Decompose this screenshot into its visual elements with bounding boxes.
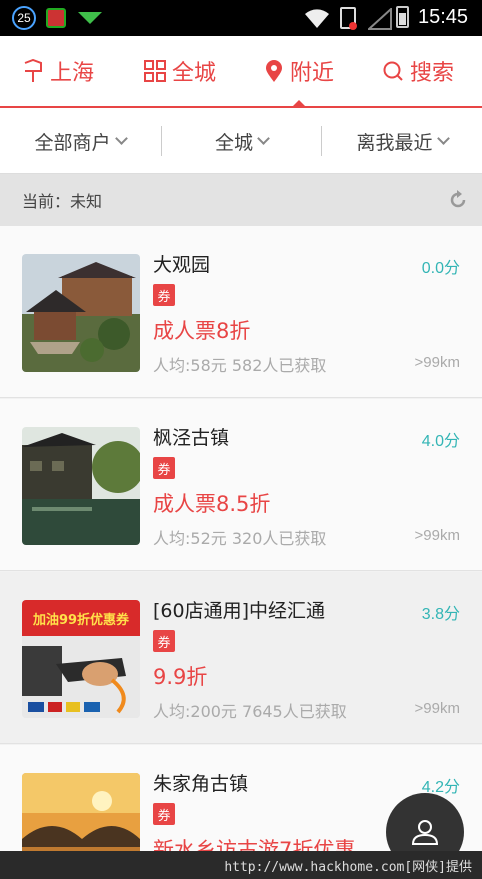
- merchant-score: 0.0分: [421, 260, 460, 277]
- coupon-badge: 券: [153, 457, 175, 479]
- nav-search-label: 搜索: [410, 61, 455, 86]
- chevron-down-icon: [257, 131, 270, 145]
- nav-all-city[interactable]: 全城: [144, 36, 216, 106]
- pavilion-photo: [22, 254, 140, 372]
- nav-city[interactable]: 上海: [22, 36, 94, 106]
- list-item[interactable]: 加油99折优惠券 [60店通用]中经汇通 3.8分 券 9.9折 人均:200元…: [0, 572, 482, 744]
- coupon-badge: 券: [153, 630, 175, 652]
- filter-merchants-label: 全部商户: [34, 131, 111, 154]
- location-pin-icon: [264, 59, 284, 83]
- watermark-bar: http://www.hackhome.com[网侠]提供: [0, 851, 482, 879]
- location-bar: 当前：未知: [0, 174, 482, 226]
- nav-search[interactable]: 搜索: [382, 36, 454, 106]
- nav-all-city-label: 全城: [172, 61, 217, 86]
- merchant-name: 枫泾古镇: [153, 427, 230, 449]
- filter-sort-label: 离我最近: [356, 131, 433, 154]
- coupon-badge: 券: [153, 803, 175, 825]
- merchant-name: 朱家角古镇: [153, 773, 249, 795]
- current-location-label: 当前：未知: [22, 192, 103, 211]
- app-notification-icon: [46, 8, 66, 28]
- watermark-text: http://www.hackhome.com[网侠]提供: [224, 859, 472, 875]
- deal-text: 成人票8.5折: [153, 492, 271, 516]
- merchant-distance: >99km: [414, 354, 460, 371]
- water-town-photo: [22, 427, 140, 545]
- refresh-icon[interactable]: [448, 190, 468, 210]
- merchant-name: 大观园: [153, 254, 211, 276]
- nav-nearby-label: 附近: [290, 61, 335, 86]
- city-pin-icon: [22, 59, 44, 83]
- fuel-coupon-photo: 加油99折优惠券: [22, 600, 140, 718]
- filter-sort[interactable]: 离我最近: [322, 108, 482, 174]
- download-notification-icon: [78, 12, 102, 24]
- list-item[interactable]: 大观园 0.0分 券 成人票8折 人均:58元 582人已获取 >99km: [0, 226, 482, 398]
- status-bar: 25 15:45: [0, 0, 482, 36]
- battery-icon: [396, 6, 409, 28]
- grid-icon: [144, 60, 166, 82]
- merchant-score: 4.0分: [421, 433, 460, 450]
- notification-count-icon: 25: [12, 6, 36, 30]
- chevron-down-icon: [436, 131, 450, 145]
- filter-area-label: 全城: [214, 131, 253, 154]
- nav-nearby[interactable]: 附近: [264, 36, 335, 108]
- top-nav: 上海 全城 附近 搜索: [0, 36, 482, 108]
- deal-text: 成人票8折: [153, 319, 251, 343]
- filter-merchants[interactable]: 全部商户: [0, 108, 160, 174]
- deal-text: 9.9折: [153, 665, 208, 689]
- filter-bar: 全部商户 全城 离我最近: [0, 108, 482, 174]
- clock: 15:45: [418, 6, 469, 28]
- merchant-distance: >99km: [414, 700, 460, 717]
- wifi-icon: [305, 9, 329, 28]
- coupon-badge: 券: [153, 284, 175, 306]
- notification-count: 25: [17, 11, 31, 25]
- merchant-meta: 人均:200元 7645人已获取: [153, 702, 347, 721]
- merchant-name: [60店通用]中经汇通: [153, 600, 326, 622]
- sim-icon: [340, 7, 357, 30]
- merchant-distance: >99km: [414, 527, 460, 544]
- merchant-score: 3.8分: [421, 606, 460, 623]
- list-item[interactable]: 枫泾古镇 4.0分 券 成人票8.5折 人均:52元 320人已获取 >99km: [0, 399, 482, 571]
- user-icon: [411, 820, 439, 845]
- chevron-down-icon: [114, 131, 128, 145]
- nav-city-label: 上海: [50, 61, 95, 86]
- merchant-meta: 人均:58元 582人已获取: [153, 356, 327, 375]
- coupon-banner: 加油99折优惠券: [22, 600, 140, 636]
- filter-area[interactable]: 全城: [162, 108, 321, 174]
- merchant-meta: 人均:52元 320人已获取: [153, 529, 327, 548]
- search-icon: [382, 60, 404, 82]
- signal-icon: [368, 8, 392, 30]
